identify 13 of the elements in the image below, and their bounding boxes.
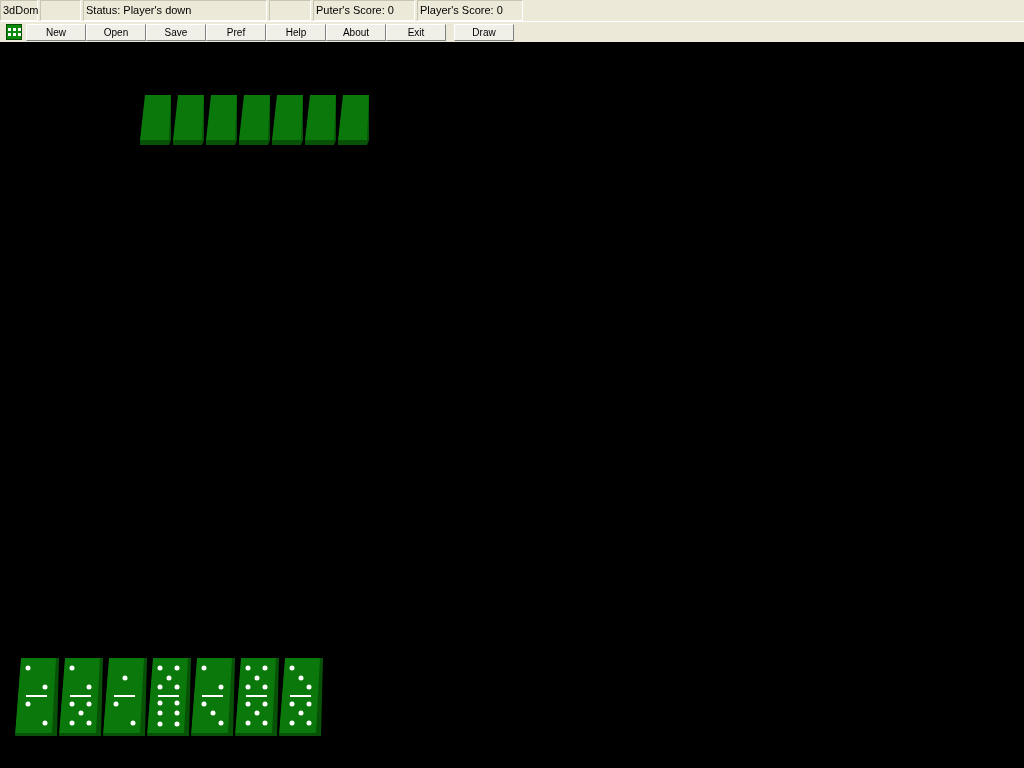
toolbar-button[interactable]: Pref bbox=[206, 23, 266, 41]
status-field: Puter's Score: 0 bbox=[313, 0, 415, 21]
toolbar-button[interactable]: Save bbox=[146, 23, 206, 41]
status-field: Status: Player's down bbox=[83, 0, 267, 21]
draw-button[interactable]: Draw bbox=[454, 23, 514, 41]
toolbar-button[interactable]: About bbox=[326, 23, 386, 41]
toolbar-button[interactable]: New bbox=[26, 23, 86, 41]
toolbar-button[interactable]: Exit bbox=[386, 23, 446, 41]
toolbar-button[interactable]: Help bbox=[266, 23, 326, 41]
status-field: 3dDom bbox=[0, 0, 38, 21]
status-field: Player's Score: 0 bbox=[417, 0, 523, 21]
toolbar-button[interactable]: Open bbox=[86, 23, 146, 41]
grid-icon[interactable] bbox=[6, 24, 22, 40]
